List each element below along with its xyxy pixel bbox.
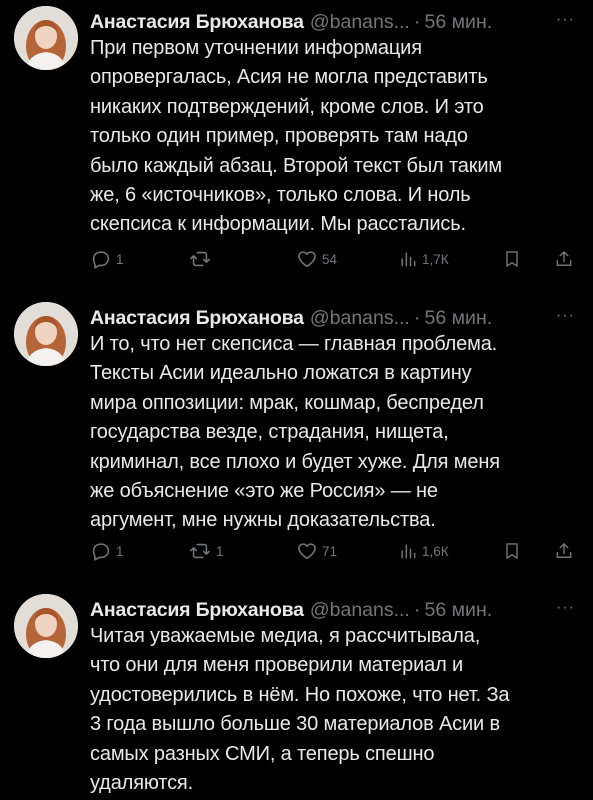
like-count: 54: [322, 251, 338, 267]
tweet-text: И то, что нет скепсиса — главная проблем…: [90, 330, 585, 536]
bookmark-icon: [506, 543, 518, 559]
reply-icon: [92, 543, 110, 561]
views-icon: [401, 544, 416, 559]
action-bar: 1 54 1,7К: [90, 246, 580, 272]
avatar[interactable]: [14, 594, 78, 658]
reply-count: 1: [116, 251, 124, 267]
tweet-text-line: только один пример, проверять там надо: [90, 125, 468, 148]
like-icon: [298, 251, 316, 268]
reply-count: 1: [116, 543, 124, 559]
tweet-text-line: что они для меня проверили материал и: [90, 654, 464, 677]
avatar[interactable]: [14, 6, 78, 70]
retweet-icon: [190, 251, 210, 267]
share-button[interactable]: [554, 246, 574, 272]
more-options-icon[interactable]: ···: [556, 300, 575, 332]
views-count: 1,7К: [422, 251, 449, 267]
views-count: 1,6К: [422, 543, 449, 559]
share-icon: [556, 543, 572, 558]
like-button[interactable]: 71: [296, 538, 337, 564]
tweet-text-line: же объяснение «это же Россия» — не: [90, 480, 438, 503]
like-icon: [298, 543, 316, 560]
avatar[interactable]: [14, 302, 78, 366]
retweet-count: 1: [216, 543, 224, 559]
reply-button[interactable]: 1: [90, 246, 124, 272]
views-button[interactable]: 1,7К: [398, 246, 449, 272]
tweet-text-line: И то, что нет скепсиса — главная проблем…: [90, 333, 498, 355]
tweet-text-line: государства везде, страдания, нищета,: [90, 421, 449, 444]
tweet-text-line: скепсиса к информации. Мы расстались.: [90, 213, 466, 236]
like-button[interactable]: 54: [296, 246, 337, 272]
tweet-text: Читая уважаемые медиа, я рассчитывала, ч…: [90, 622, 585, 798]
share-icon: [556, 251, 572, 266]
tweet-text-line: аргумент, мне нужны доказательства.: [90, 509, 436, 532]
tweet-text-line: же, 6 «источников», только слова. И ноль: [90, 184, 471, 207]
tweet-text: При первом уточнении информация опроверг…: [90, 34, 585, 240]
retweet-button[interactable]: 1: [188, 538, 224, 564]
share-button[interactable]: [554, 538, 574, 564]
more-options-icon[interactable]: ···: [556, 4, 575, 36]
more-options-icon[interactable]: ···: [556, 592, 575, 624]
retweet-button[interactable]: [188, 246, 216, 272]
tweet-text-line: удостоверились в нём. Но похоже, что нет…: [90, 683, 510, 706]
retweet-icon: [190, 543, 210, 559]
like-count: 71: [322, 543, 338, 559]
tweet-text-line: никаких подтверждений, кроме слов. И это: [90, 95, 484, 118]
reply-icon: [92, 251, 110, 269]
action-bar: 1 1 71 1,6К: [90, 538, 580, 564]
tweet-text-line: криминал, все плохо и будет хуже. Для ме…: [90, 450, 500, 473]
bookmark-button[interactable]: [502, 538, 522, 564]
views-button[interactable]: 1,6К: [398, 538, 449, 564]
reply-button[interactable]: 1: [90, 538, 124, 564]
tweet-text-line: было каждый абзац. Второй текст был таки…: [90, 154, 502, 177]
tweet-text-line: удаляются.: [90, 772, 194, 795]
tweet-text-line: мира оппозиции: мрак, кошмар, беспредел: [90, 391, 484, 414]
tweet-text-line: 3 года вышло больше 30 материалов Асии в: [90, 713, 500, 736]
tweet-text-line: При первом уточнении информация: [90, 37, 422, 59]
views-icon: [401, 252, 416, 267]
tweet-text-line: опровергалась, Асия не могла представить: [90, 66, 488, 89]
tweet-text-line: Читая уважаемые медиа, я рассчитывала,: [90, 625, 481, 647]
bookmark-icon: [506, 251, 518, 267]
bookmark-button[interactable]: [502, 246, 522, 272]
tweet-text-line: самых разных СМИ, а теперь спешно: [90, 742, 435, 765]
tweet-text-line: Тексты Асии идеально ложатся в картину: [90, 362, 472, 385]
